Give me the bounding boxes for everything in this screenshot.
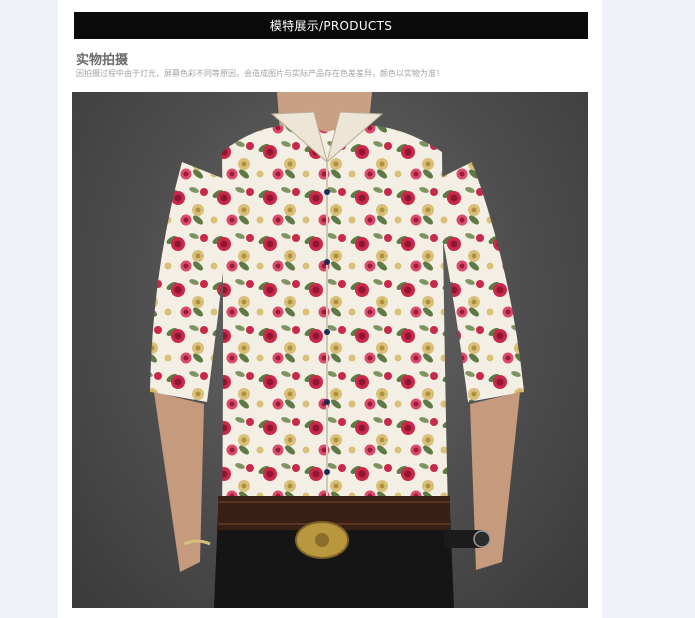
shirt-button: [324, 259, 330, 265]
right-sleeve: [432, 162, 524, 402]
watch-face: [473, 530, 491, 548]
product-photo: [72, 92, 588, 608]
left-forearm: [154, 392, 204, 572]
section-header-bar: 模特展示/PRODUCTS: [74, 12, 588, 39]
model-illustration: [150, 92, 524, 608]
shirt-button: [324, 189, 330, 195]
shirt-button: [324, 469, 330, 475]
shirt-button: [324, 399, 330, 405]
section-title: 实物拍摄: [76, 53, 129, 68]
product-detail-page: 模特展示/PRODUCTS 实物拍摄 因拍摄过程中由于灯光，屏幕色彩不同等原因，…: [58, 0, 602, 618]
shirt-button: [324, 329, 330, 335]
buckle-ornament: [315, 533, 329, 547]
header-title: 模特展示/PRODUCTS: [269, 19, 393, 33]
left-sleeve: [150, 162, 232, 402]
section-description: 因拍摄过程中由于灯光，屏幕色彩不同等原因，会造成图片与实际产品存在色差差异，颜色…: [76, 69, 444, 78]
shirt-body: [222, 125, 448, 513]
